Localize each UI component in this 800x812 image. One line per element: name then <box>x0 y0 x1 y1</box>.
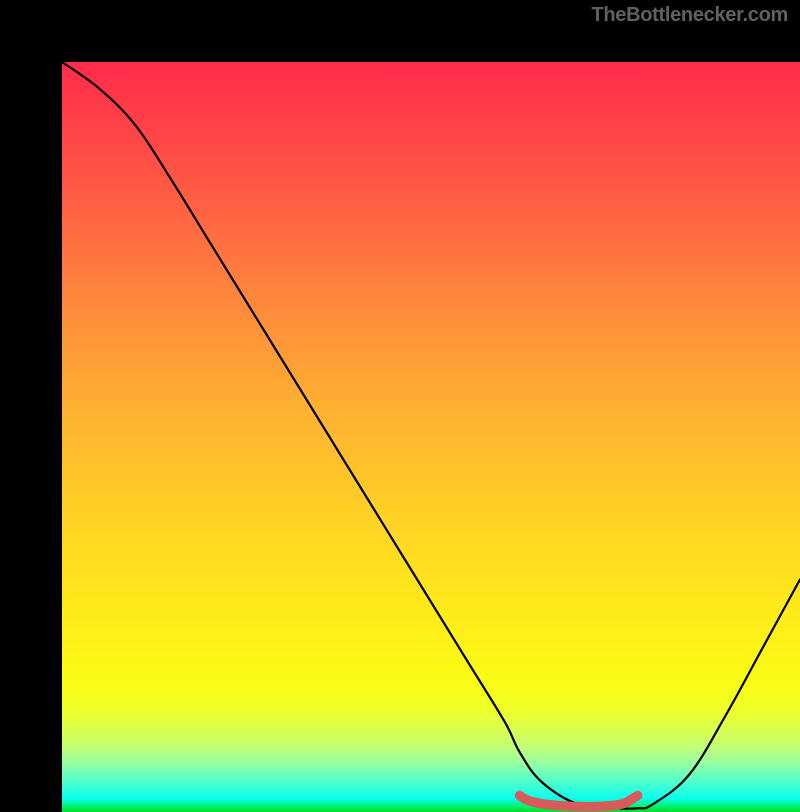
attribution-text: TheBottlenecker.com <box>591 4 788 27</box>
optimal-range-marker <box>520 796 638 807</box>
plot-area <box>62 62 800 812</box>
plot-frame <box>0 0 800 800</box>
bottleneck-curve <box>62 62 800 809</box>
curve-svg <box>62 62 800 812</box>
